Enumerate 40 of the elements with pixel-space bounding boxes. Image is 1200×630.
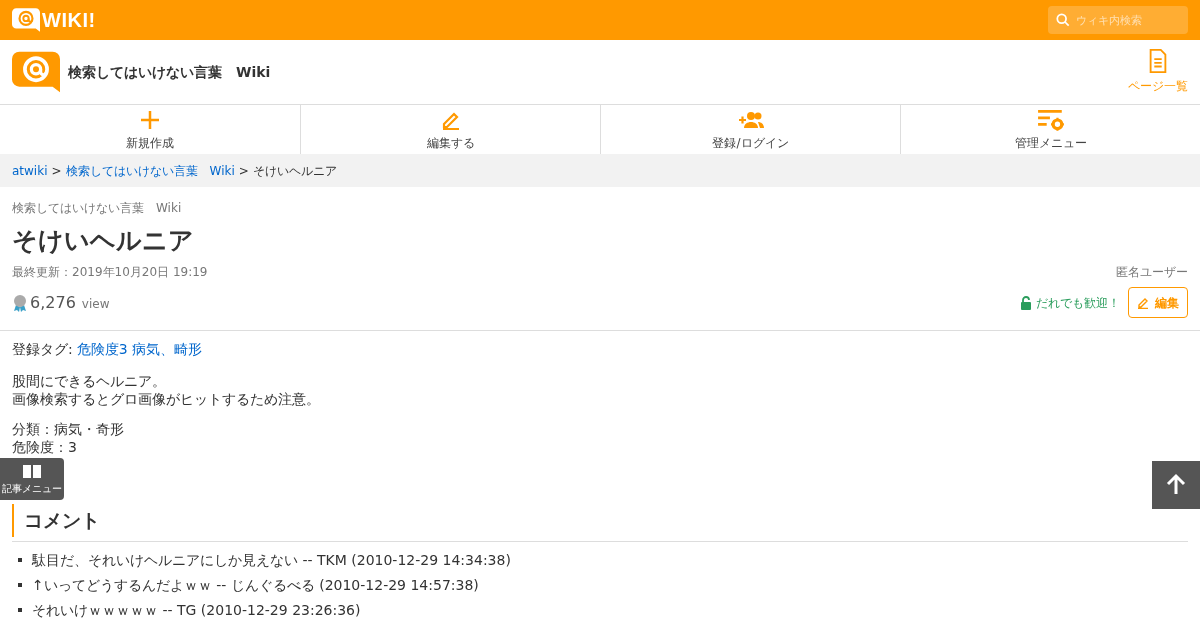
at-sign-logo-icon bbox=[12, 8, 40, 32]
nav-button[interactable]: 新規作成 bbox=[0, 105, 300, 154]
welcome-label: だれでも歓迎！ bbox=[1036, 294, 1120, 312]
comment-text: 駄目だ、それいけヘルニアにしか見えない -- TKM (2010-12-29 14:34:38) bbox=[32, 550, 511, 570]
body-text: 画像検索するとグロ画像がヒットするため注意。 bbox=[12, 390, 321, 408]
breadcrumb-separator: > bbox=[238, 162, 249, 180]
pencil-icon bbox=[1137, 296, 1149, 309]
search-field[interactable]: ウィキ内検索 bbox=[1048, 6, 1188, 34]
unlock-icon bbox=[1020, 295, 1032, 310]
breadcrumb-link[interactable]: 検索してはいけない言葉 Wiki bbox=[65, 161, 235, 180]
wiki-name: 検索してはいけない言葉 Wiki bbox=[12, 200, 183, 217]
settings-list-icon bbox=[1036, 107, 1065, 132]
bullet-icon bbox=[18, 557, 22, 562]
book-icon bbox=[22, 462, 42, 479]
document-icon bbox=[1148, 49, 1168, 73]
body-text: 危険度：3 bbox=[12, 438, 78, 456]
last-updated: 最終更新：2019年10月20日 19:19 bbox=[12, 264, 208, 281]
medal-icon bbox=[12, 293, 28, 312]
breadcrumb-link[interactable]: atwiki bbox=[12, 161, 48, 180]
comment-text: ↑いってどうするんだよｗｗ -- じんぐるべる (2010-12-29 14:57:38) bbox=[32, 575, 479, 595]
arrow-up-icon bbox=[1164, 473, 1188, 497]
tags-label: 登録タグ: bbox=[12, 340, 73, 359]
article-menu-button[interactable]: 記事メニュー bbox=[0, 458, 64, 500]
author-name: 匿名ユーザー bbox=[1116, 264, 1188, 281]
scroll-top-button[interactable] bbox=[1152, 461, 1200, 509]
tag-link[interactable]: 病気、畸形 bbox=[131, 339, 202, 360]
bullet-icon bbox=[18, 582, 22, 587]
body-text: 分類：病気・奇形 bbox=[12, 420, 125, 438]
view-count: 6,276 bbox=[30, 291, 76, 314]
site-title[interactable]: 検索してはいけない言葉 Wiki bbox=[68, 61, 271, 83]
tag-link[interactable]: 危険度3 bbox=[76, 339, 128, 360]
breadcrumb-separator: > bbox=[51, 162, 62, 180]
body-text: 股間にできるヘルニア。 bbox=[12, 372, 167, 390]
search-icon bbox=[1056, 13, 1070, 27]
bullet-icon bbox=[18, 607, 22, 612]
comment-text: それいけｗｗｗｗｗ -- TG (2010-12-29 23:26:36) bbox=[32, 600, 361, 620]
site-logo-icon bbox=[12, 51, 60, 93]
breadcrumb-current: そけいヘルニア bbox=[252, 162, 337, 180]
page-title: そけいヘルニア bbox=[12, 225, 195, 257]
view-unit: view bbox=[81, 295, 110, 313]
